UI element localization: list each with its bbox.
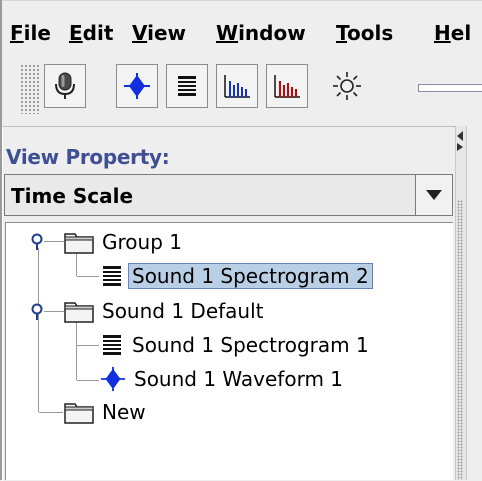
spectrogram-icon xyxy=(178,76,196,96)
tree-node-sound-1-default[interactable]: Sound 1 Default xyxy=(64,298,267,324)
brightness-slider[interactable] xyxy=(418,84,482,92)
tree-node-spectrogram-2[interactable]: Sound 1 Spectrogram 2 xyxy=(100,263,373,289)
tree-node-spectrogram-1[interactable]: Sound 1 Spectrogram 1 xyxy=(100,332,372,358)
folder-icon xyxy=(64,403,94,424)
chevron-down-icon xyxy=(426,190,442,200)
brightness-icon xyxy=(333,72,361,100)
menu-file-label: ile xyxy=(23,21,51,45)
collapse-handle-icon[interactable] xyxy=(28,232,46,250)
menu-file[interactable]: File xyxy=(10,22,51,44)
tree-border-left xyxy=(5,222,6,480)
menu-window-mnemonic: W xyxy=(216,21,239,45)
menu-edit[interactable]: Edit xyxy=(69,22,113,44)
bar-chart-blue-icon xyxy=(224,75,250,98)
spectrogram-icon xyxy=(103,335,121,355)
tree-connector xyxy=(44,311,64,312)
spectrogram-icon xyxy=(103,266,121,286)
waveform-view-button[interactable] xyxy=(116,64,158,108)
spectrum-red-button[interactable] xyxy=(266,64,308,108)
window-top-edge xyxy=(0,0,482,1)
tree-connector xyxy=(38,248,39,412)
collapse-handle-icon[interactable] xyxy=(28,302,46,320)
microphone-icon xyxy=(55,72,75,99)
brightness-control xyxy=(326,64,368,108)
collapse-left-arrow-icon[interactable] xyxy=(456,130,464,152)
menu-help[interactable]: Hel xyxy=(434,22,471,44)
tree-node-label: Group 1 xyxy=(102,230,182,254)
tree-node-label-selected: Sound 1 Spectrogram 2 xyxy=(128,263,373,289)
tree-connector xyxy=(77,380,99,381)
tree-node-label: Sound 1 Default xyxy=(102,299,264,323)
menu-edit-mnemonic: E xyxy=(69,21,83,45)
tree-node-group-1[interactable]: Group 1 xyxy=(64,229,185,255)
menu-help-label: el xyxy=(450,21,472,45)
menu-tools-mnemonic: T xyxy=(336,21,347,45)
tree-border-top xyxy=(5,222,453,223)
tree-connector xyxy=(77,345,99,346)
tree-node-label: Sound 1 Waveform 1 xyxy=(134,367,344,391)
menu-help-mnemonic: H xyxy=(434,21,451,45)
tree-connector xyxy=(76,252,77,276)
toolbar xyxy=(2,54,482,114)
toolbar-grip[interactable] xyxy=(20,64,40,114)
waveform-icon xyxy=(124,73,150,99)
tree-node-new[interactable]: New xyxy=(64,399,149,425)
combo-dropdown-button[interactable] xyxy=(415,175,452,215)
spectrum-blue-button[interactable] xyxy=(216,64,258,108)
folder-icon xyxy=(64,233,94,254)
tree-node-label: Sound 1 Spectrogram 1 xyxy=(132,333,369,357)
menu-view-label: iew xyxy=(147,21,187,45)
bar-chart-red-icon xyxy=(274,75,300,98)
menu-bar: File Edit View Window Tools Hel xyxy=(2,14,482,44)
tree-node-waveform-1[interactable]: Sound 1 Waveform 1 xyxy=(100,366,346,392)
waveform-icon xyxy=(100,366,126,392)
menu-file-mnemonic: F xyxy=(10,21,24,45)
tree-connector xyxy=(39,412,63,413)
menu-edit-label: dit xyxy=(82,21,114,45)
menu-view-mnemonic: V xyxy=(132,21,148,45)
menu-window[interactable]: Window xyxy=(216,22,306,44)
view-property-combo[interactable]: Time Scale xyxy=(4,174,453,216)
splitter-grip xyxy=(457,200,463,480)
tree-connector xyxy=(77,276,99,277)
view-property-label: View Property: xyxy=(6,145,170,169)
menu-tools[interactable]: Tools xyxy=(336,22,393,44)
tree-connector xyxy=(76,322,77,380)
view-property-value: Time Scale xyxy=(11,184,134,208)
tree-node-label: New xyxy=(102,400,146,424)
tree-connector xyxy=(44,241,64,242)
menu-window-label: indow xyxy=(238,21,306,45)
record-button[interactable] xyxy=(44,64,86,108)
folder-icon xyxy=(64,302,94,323)
menu-tools-label: ools xyxy=(347,21,394,45)
spectrogram-view-button[interactable] xyxy=(166,64,208,108)
menu-view[interactable]: View xyxy=(132,22,186,44)
